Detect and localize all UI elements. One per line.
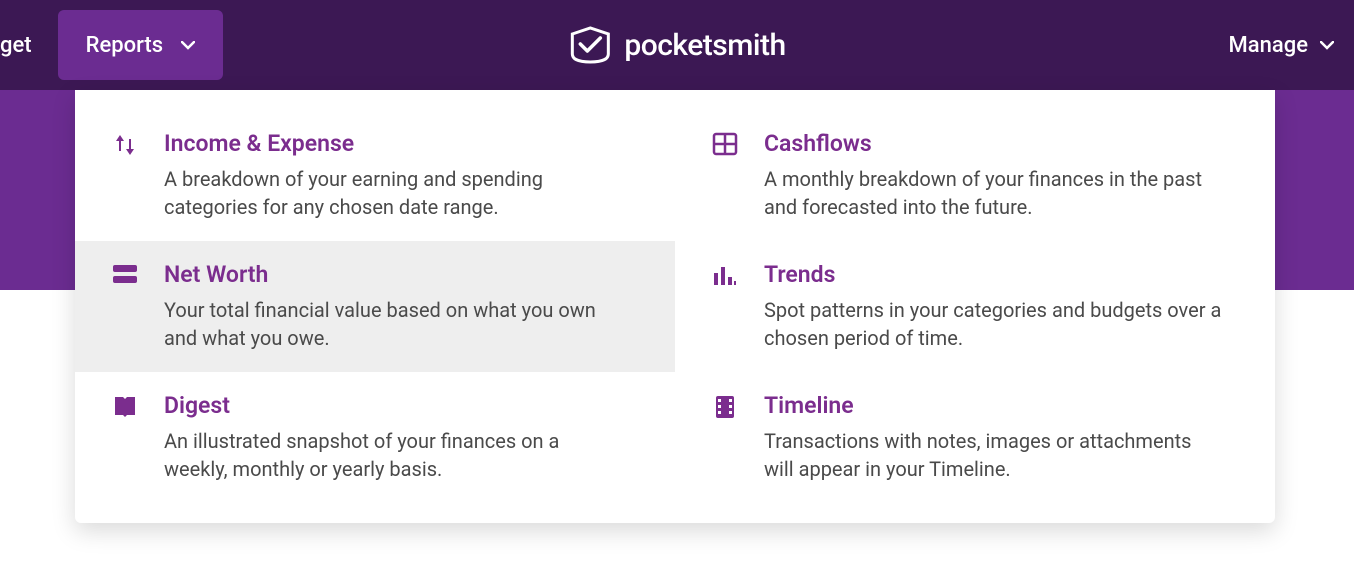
bar-chart-icon: [710, 261, 740, 352]
logo-text: pocketsmith: [624, 28, 785, 63]
nav-item-label: get: [0, 33, 32, 58]
menu-content: Cashflows A monthly breakdown of your fi…: [764, 130, 1245, 221]
reports-dropdown-panel: Income & Expense A breakdown of your ear…: [75, 90, 1275, 523]
logo[interactable]: pocketsmith: [568, 26, 785, 64]
nav-left: get Reports: [0, 0, 231, 90]
menu-title: Timeline: [764, 392, 1245, 419]
nav-item-label: Reports: [86, 33, 163, 58]
magazine-icon: [110, 392, 140, 483]
menu-description: An illustrated snapshot of your finances…: [164, 427, 624, 483]
menu-description: A breakdown of your earning and spending…: [164, 165, 624, 221]
menu-content: Digest An illustrated snapshot of your f…: [164, 392, 645, 483]
menu-item-cashflows[interactable]: Cashflows A monthly breakdown of your fi…: [675, 110, 1275, 241]
menu-content: Trends Spot patterns in your categories …: [764, 261, 1245, 352]
nav-item-budget[interactable]: get: [0, 0, 50, 90]
menu-description: A monthly breakdown of your finances in …: [764, 165, 1224, 221]
chevron-down-icon: [1320, 41, 1334, 50]
menu-title: Trends: [764, 261, 1245, 288]
menu-description: Your total financial value based on what…: [164, 296, 624, 352]
nav-item-label: Manage: [1229, 33, 1308, 58]
menu-title: Net Worth: [164, 261, 645, 288]
menu-item-timeline[interactable]: Timeline Transactions with notes, images…: [675, 372, 1275, 503]
menu-item-digest[interactable]: Digest An illustrated snapshot of your f…: [75, 372, 675, 503]
arrows-up-down-icon: [110, 130, 140, 221]
menu-description: Spot patterns in your categories and bud…: [764, 296, 1224, 352]
header-bar: get Reports pocketsmith Manage: [0, 0, 1354, 90]
pocketsmith-logo-icon: [568, 26, 612, 64]
menu-content: Income & Expense A breakdown of your ear…: [164, 130, 645, 221]
menu-title: Cashflows: [764, 130, 1245, 157]
menu-title: Income & Expense: [164, 130, 645, 157]
menu-description: Transactions with notes, images or attac…: [764, 427, 1224, 483]
nav-right: Manage: [1209, 0, 1354, 90]
chevron-down-icon: [181, 41, 195, 50]
menu-title: Digest: [164, 392, 645, 419]
nav-item-reports[interactable]: Reports: [58, 10, 223, 80]
stacked-bars-icon: [110, 261, 140, 352]
menu-content: Net Worth Your total financial value bas…: [164, 261, 645, 352]
nav-item-manage[interactable]: Manage: [1209, 0, 1354, 90]
film-icon: [710, 392, 740, 483]
menu-content: Timeline Transactions with notes, images…: [764, 392, 1245, 483]
menu-item-income-expense[interactable]: Income & Expense A breakdown of your ear…: [75, 110, 675, 241]
menu-item-net-worth[interactable]: Net Worth Your total financial value bas…: [75, 241, 675, 372]
grid-icon: [710, 130, 740, 221]
menu-item-trends[interactable]: Trends Spot patterns in your categories …: [675, 241, 1275, 372]
